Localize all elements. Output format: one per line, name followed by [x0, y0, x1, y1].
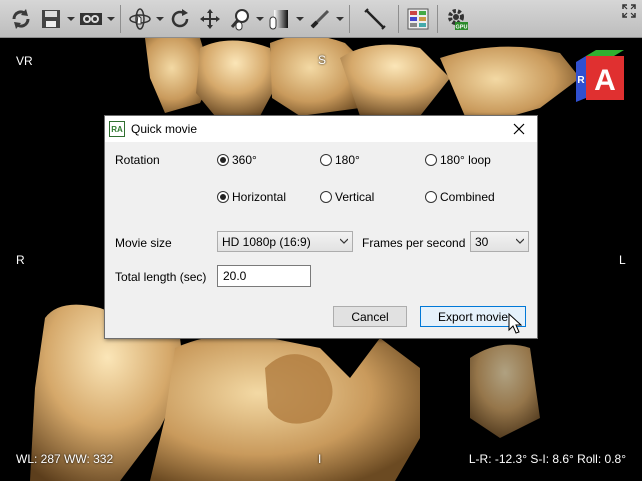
- total-length-label: Total length (sec): [115, 270, 207, 284]
- orientation-cube-icon[interactable]: A R: [574, 48, 626, 102]
- viewport-label-bottom: I: [318, 452, 322, 466]
- fps-select[interactable]: 30: [470, 231, 529, 252]
- dialog-title: Quick movie: [131, 122, 198, 136]
- save-dropdown-arrow[interactable]: [66, 4, 76, 34]
- total-length-value: 20.0: [223, 269, 247, 283]
- scalpel-dropdown-arrow[interactable]: [335, 4, 345, 34]
- radio-180-indicator: [320, 154, 332, 166]
- mouse-cursor-icon: [508, 313, 522, 334]
- toolbar-separator: [349, 4, 350, 33]
- radio-horizontal-indicator: [217, 191, 229, 203]
- viewport-label-left: R: [16, 253, 25, 267]
- close-button[interactable]: [505, 116, 533, 142]
- stereo-view-icon[interactable]: [76, 4, 106, 34]
- radio-180-loop-label: 180° loop: [440, 153, 491, 167]
- chevron-down-icon: [340, 238, 348, 244]
- toolbar-separator: [120, 4, 121, 33]
- radio-180[interactable]: 180°: [320, 153, 360, 167]
- toolbar: GPU: [0, 0, 642, 38]
- cube-front-label: A: [594, 64, 616, 97]
- viewport-label-top: S: [318, 53, 327, 67]
- radio-vertical[interactable]: Vertical: [320, 190, 374, 204]
- radio-vertical-label: Vertical: [335, 190, 375, 204]
- dialog-titlebar[interactable]: RA Quick movie: [105, 116, 537, 142]
- toolbar-separator: [398, 4, 399, 33]
- radio-combined[interactable]: Combined: [425, 190, 495, 204]
- window-level-icon[interactable]: [265, 4, 295, 34]
- quick-movie-dialog: RA Quick movie Rotation 360° 180° 180° l…: [104, 115, 538, 339]
- radio-360-indicator: [217, 154, 229, 166]
- rotate-icon[interactable]: [165, 4, 195, 34]
- radio-horizontal-label: Horizontal: [232, 190, 287, 204]
- pan-icon[interactable]: [195, 4, 225, 34]
- measure-icon[interactable]: [360, 4, 390, 34]
- radio-vertical-indicator: [320, 191, 332, 203]
- viewport-label-right: L: [619, 253, 626, 267]
- movie-size-value: HD 1080p (16:9): [222, 234, 311, 249]
- radio-180-loop-indicator: [425, 154, 437, 166]
- rotation-label: Rotation: [115, 153, 160, 167]
- zoom-icon[interactable]: [225, 4, 255, 34]
- rotate-3d-icon[interactable]: [125, 4, 155, 34]
- toolbar-separator: [437, 4, 438, 33]
- radio-combined-indicator: [425, 191, 437, 203]
- scalpel-icon[interactable]: [305, 4, 335, 34]
- app-icon: RA: [109, 121, 125, 137]
- viewport-label-top-left: VR: [16, 54, 33, 68]
- cancel-button[interactable]: Cancel: [333, 306, 407, 327]
- window-level-dropdown-arrow[interactable]: [295, 4, 305, 34]
- close-icon: [513, 123, 525, 135]
- zoom-dropdown-arrow[interactable]: [255, 4, 265, 34]
- chevron-down-icon: [516, 238, 524, 244]
- cube-side-label: R: [577, 75, 585, 86]
- total-length-input[interactable]: 20.0: [217, 265, 311, 287]
- radio-180-label: 180°: [335, 153, 360, 167]
- fps-value: 30: [475, 234, 489, 249]
- gpu-label: GPU: [456, 24, 468, 30]
- fps-label: Frames per second: [362, 236, 466, 250]
- radio-combined-label: Combined: [440, 190, 495, 204]
- stereo-dropdown-arrow[interactable]: [106, 4, 116, 34]
- reset-icon[interactable]: [6, 4, 36, 34]
- movie-size-label: Movie size: [115, 236, 172, 250]
- orientation-readout: L-R: -12.3° S-I: 8.6° Roll: 0.8°: [468, 452, 626, 466]
- window-level-readout: WL: 287 WW: 332: [16, 452, 114, 466]
- movie-size-select[interactable]: HD 1080p (16:9): [217, 231, 353, 252]
- gpu-settings-icon[interactable]: GPU: [442, 4, 472, 34]
- radio-180-loop[interactable]: 180° loop: [425, 153, 491, 167]
- layout-icon[interactable]: [403, 4, 433, 34]
- save-icon[interactable]: [36, 4, 66, 34]
- radio-360[interactable]: 360°: [217, 153, 257, 167]
- radio-horizontal[interactable]: Horizontal: [217, 190, 286, 204]
- rotate-3d-dropdown-arrow[interactable]: [155, 4, 165, 34]
- radio-360-label: 360°: [232, 153, 257, 167]
- maximize-icon[interactable]: [622, 4, 636, 18]
